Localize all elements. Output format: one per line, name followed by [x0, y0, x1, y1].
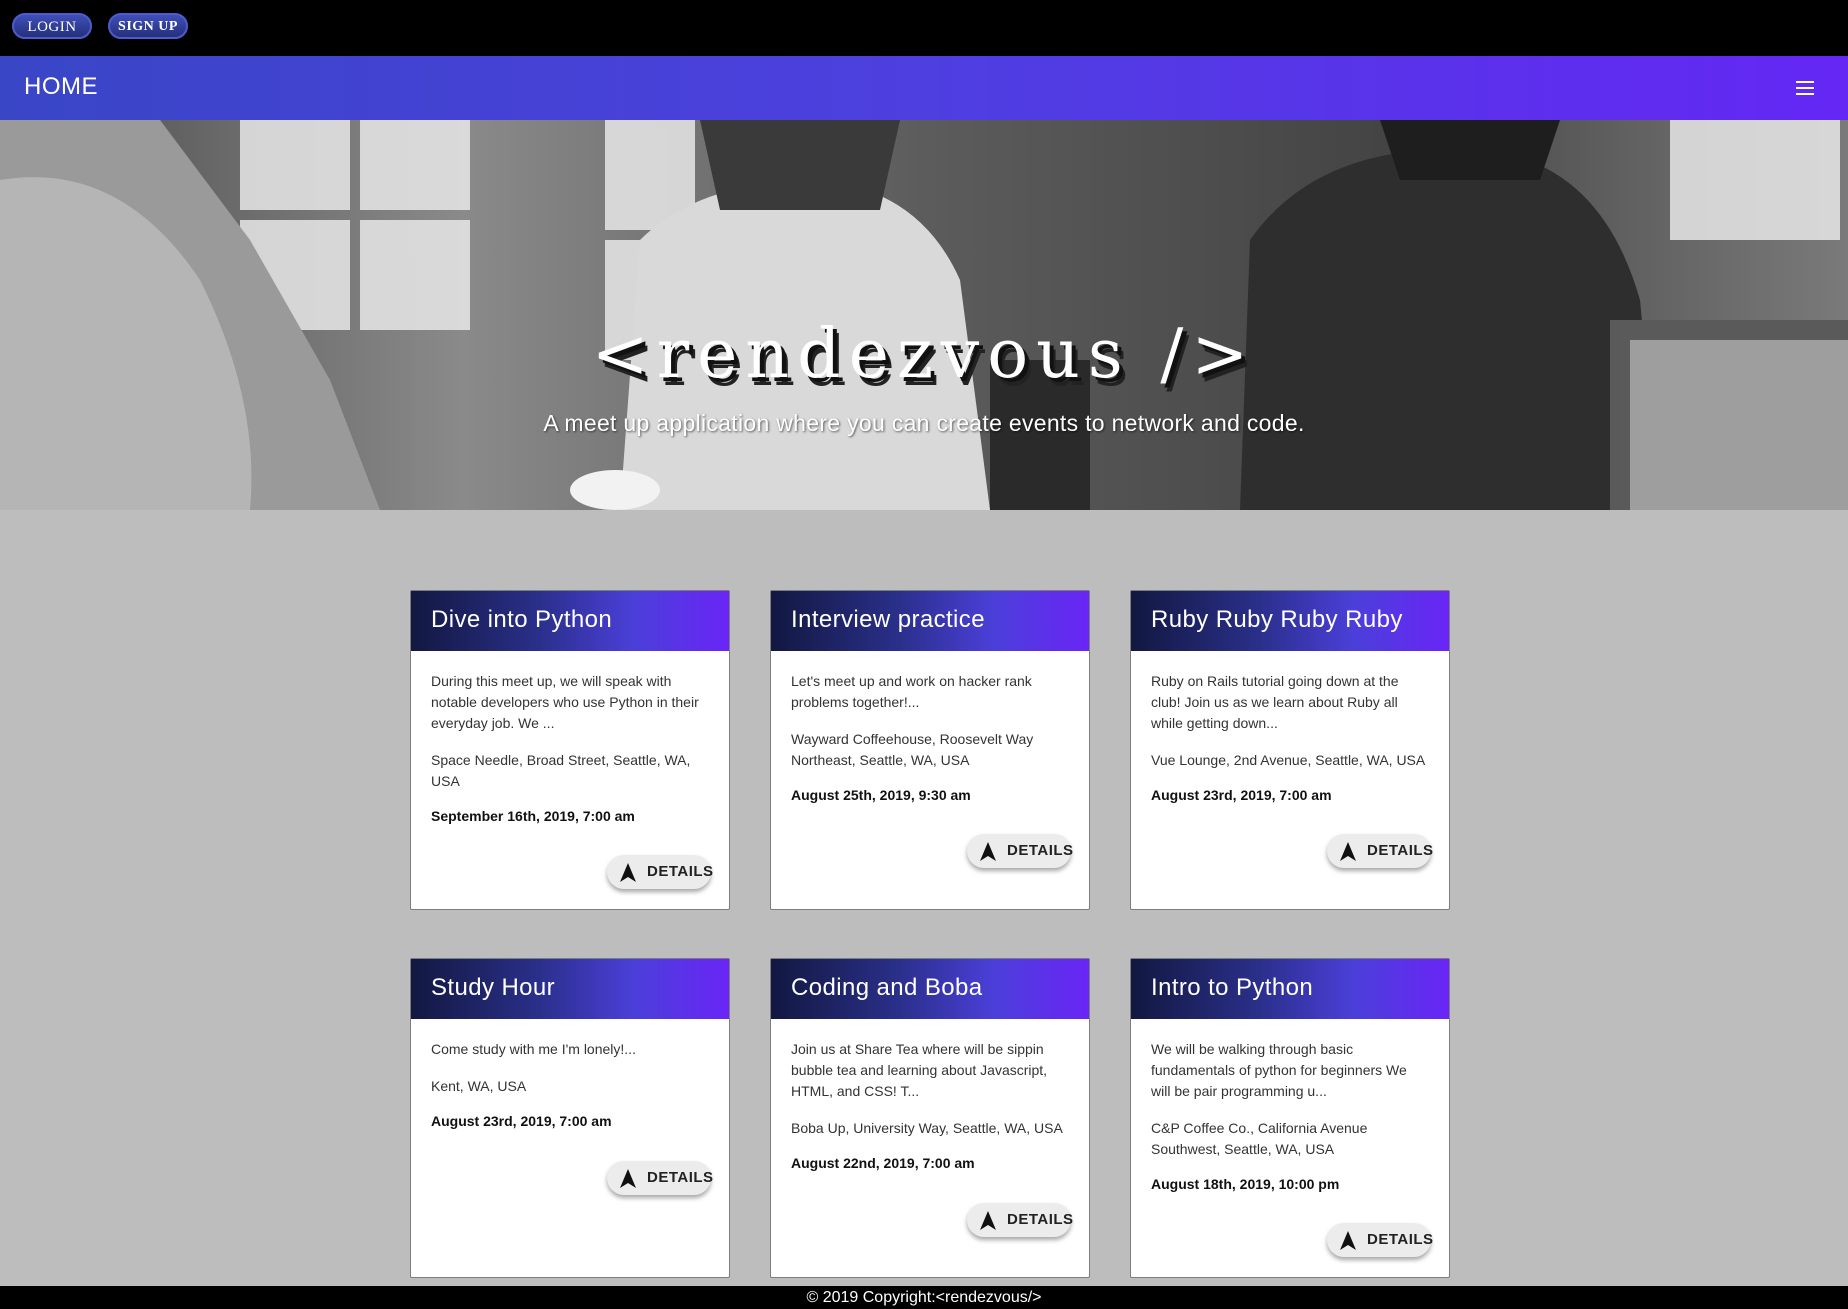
- event-card-description: Let's meet up and work on hacker rank pr…: [791, 673, 1032, 710]
- details-button[interactable]: DETAILS: [1327, 834, 1434, 868]
- navigation-arrow-icon: [980, 1211, 996, 1230]
- event-card: Interview practice Let's meet up and wor…: [770, 590, 1090, 910]
- event-card-date: August 18th, 2019, 10:00 pm: [1151, 1176, 1340, 1192]
- details-button-label: DETAILS: [647, 1169, 714, 1186]
- event-card-date: September 16th, 2019, 7:00 am: [431, 808, 635, 824]
- navigation-arrow-icon: [1340, 842, 1356, 861]
- event-card-location: Wayward Coffeehouse, Roosevelt Way North…: [791, 731, 1034, 768]
- event-card-title: Interview practice: [771, 591, 1089, 651]
- event-card-date: August 22nd, 2019, 7:00 am: [791, 1155, 975, 1171]
- event-card: Intro to Python We will be walking throu…: [1130, 958, 1450, 1278]
- event-card-description: Join us at Share Tea where will be sippi…: [791, 1041, 1048, 1099]
- event-card-date: August 25th, 2019, 9:30 am: [791, 787, 971, 803]
- hero-title: <rendezvous />: [591, 315, 1257, 394]
- event-card-location: Boba Up, University Way, Seattle, WA, US…: [791, 1120, 1063, 1136]
- details-button[interactable]: DETAILS: [1327, 1223, 1434, 1257]
- event-card-date: August 23rd, 2019, 7:00 am: [1151, 787, 1332, 803]
- login-button[interactable]: LOGIN: [12, 13, 92, 39]
- event-card-date: August 23rd, 2019, 7:00 am: [431, 1113, 612, 1129]
- navigation-arrow-icon: [620, 863, 636, 882]
- hero-subtitle: A meet up application where you can crea…: [543, 410, 1305, 436]
- navigation-arrow-icon: [980, 842, 996, 861]
- event-card-title: Dive into Python: [411, 591, 729, 651]
- event-card-title: Coding and Boba: [771, 959, 1089, 1019]
- navbar: HOME: [0, 56, 1848, 120]
- details-button-label: DETAILS: [1007, 1211, 1074, 1228]
- event-card-description: Come study with me I'm lonely!...: [431, 1041, 636, 1057]
- event-card: Coding and Boba Join us at Share Tea whe…: [770, 958, 1090, 1278]
- auth-bar: LOGIN SIGN UP: [0, 0, 1848, 56]
- hero-banner: <rendezvous /> A meet up application whe…: [0, 120, 1848, 510]
- event-card: Ruby Ruby Ruby Ruby Ruby on Rails tutori…: [1130, 590, 1450, 910]
- event-card-description: We will be walking through basic fundame…: [1151, 1041, 1407, 1099]
- event-card-location: Space Needle, Broad Street, Seattle, WA,…: [431, 752, 691, 789]
- details-button-label: DETAILS: [1367, 842, 1434, 859]
- event-card-location: C&P Coffee Co., California Avenue Southw…: [1151, 1120, 1368, 1157]
- navigation-arrow-icon: [1340, 1231, 1356, 1250]
- event-card: Study Hour Come study with me I'm lonely…: [410, 958, 730, 1278]
- details-button-label: DETAILS: [1007, 842, 1074, 859]
- details-button-label: DETAILS: [647, 863, 714, 880]
- event-card-title: Study Hour: [411, 959, 729, 1019]
- details-button[interactable]: DETAILS: [607, 1161, 714, 1195]
- navigation-arrow-icon: [620, 1169, 636, 1188]
- details-button[interactable]: DETAILS: [967, 1203, 1074, 1237]
- details-button[interactable]: DETAILS: [967, 834, 1074, 868]
- event-card-description: During this meet up, we will speak with …: [431, 673, 699, 731]
- event-card-location: Kent, WA, USA: [431, 1078, 527, 1094]
- sign-up-button[interactable]: SIGN UP: [108, 13, 188, 39]
- event-card: Dive into Python During this meet up, we…: [410, 590, 730, 910]
- nav-home-link[interactable]: HOME: [24, 73, 98, 101]
- event-card-location: Vue Lounge, 2nd Avenue, Seattle, WA, USA: [1151, 752, 1426, 768]
- details-button-label: DETAILS: [1367, 1231, 1434, 1248]
- details-button[interactable]: DETAILS: [607, 855, 714, 889]
- hamburger-menu-icon[interactable]: [1796, 81, 1814, 95]
- event-card-title: Intro to Python: [1131, 959, 1449, 1019]
- event-card-description: Ruby on Rails tutorial going down at the…: [1151, 673, 1399, 731]
- event-card-title: Ruby Ruby Ruby Ruby: [1131, 591, 1449, 651]
- footer-copyright: © 2019 Copyright:<rendezvous/>: [0, 1286, 1848, 1309]
